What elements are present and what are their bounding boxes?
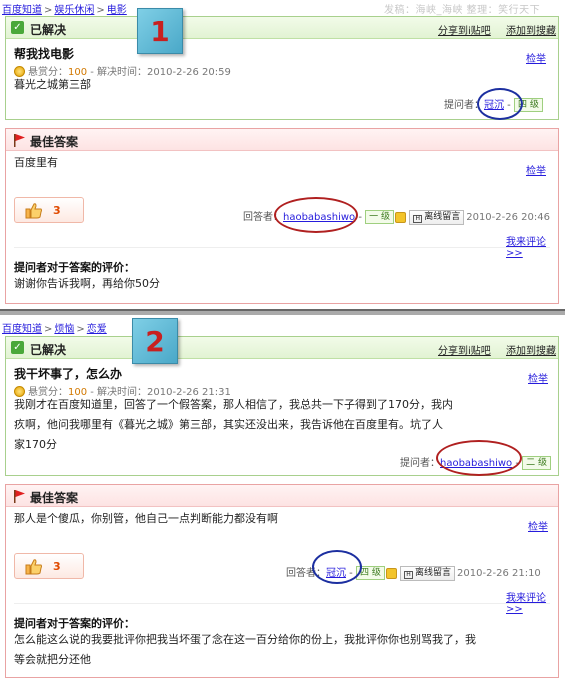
breadcrumb: 百度知道 > 烦恼 > 恋爱 [2,320,107,335]
comment-link[interactable]: 我来评论>> [506,233,558,259]
evaluation-title: 提问者对于答案的评价： [14,261,135,274]
evaluation-text-line: 等会就把分还他 [14,653,91,666]
breadcrumb: 百度知道 > 娱乐休闲 > 电影 [2,1,127,16]
evaluation-title: 提问者对于答案的评价： [14,617,135,630]
asker-level-badge: 二 级 [522,456,552,470]
callout-number-2: 2 [132,318,178,364]
answer-time: 2010-2-26 20:46 [466,212,550,223]
question-panel: ✓ 已解决 分享到i贴吧 添加到搜藏 帮我找电影 悬赏分：100 - 解决时间：… [5,16,559,120]
question-title: 我干坏事了，怎么办 [14,367,123,381]
question-panel-header: ✓ 已解决 分享到i贴吧 添加到搜藏 [6,17,558,39]
share-button[interactable]: 分享到i贴吧 [438,22,491,37]
like-button[interactable]: 3 [14,553,84,579]
medal-icon [385,567,397,579]
medal-icon [395,211,407,223]
breadcrumb-link-subcategory[interactable]: 恋爱 [87,324,107,335]
report-link[interactable]: 检举 [528,370,548,385]
thumbs-up-icon [25,203,42,219]
question-body-line: 我刚才在百度知道里，回答了一个假答案，那人相信了，我总共一下子得到了170分，我… [14,398,453,411]
highlight-oval-asker [436,440,522,476]
check-icon: ✓ [11,341,24,354]
flag-icon [14,134,25,147]
message-icon: H [413,214,423,223]
comment-link[interactable]: 我来评论>> [506,589,558,615]
breadcrumb-separator: > [96,5,105,16]
highlight-oval-answerer [312,550,362,584]
question-body-line: 家170分 [14,438,57,451]
breadcrumb-link-baidu-zhidao[interactable]: 百度知道 [2,324,42,335]
breadcrumb-link-category[interactable]: 烦恼 [54,324,74,335]
status-title: 已解决 [30,343,67,357]
like-count: 3 [53,560,61,573]
message-icon: H [404,570,414,579]
share-button[interactable]: 分享到i贴吧 [438,342,491,357]
question-body-line: 疚啊，他问我哪里有《暮光之城》第三部，其实还没出来，我告诉他在百度里有。坑了人 [14,418,443,431]
evaluation-text: 怎么能这么说的我要批评你把我当坏蛋了念在这一百分给你的份上，我批评你你也别骂我了… [14,630,544,670]
watermark: 发稿：海峡_海峡 整理：笑行天下 [384,5,541,16]
divider [14,603,550,604]
check-icon: ✓ [11,21,24,34]
answerer-level-badge: 一 级 [365,210,395,224]
breadcrumb-link-category[interactable]: 娱乐休闲 [54,5,94,16]
question-body: 暮光之城第三部 [14,78,91,91]
answer-time: 2010-2-26 21:10 [457,568,541,579]
divider [14,247,550,248]
report-link[interactable]: 检举 [526,50,546,65]
asker-label: 提问者： [400,458,440,469]
breadcrumb-link-baidu-zhidao[interactable]: 百度知道 [2,5,42,16]
offline-message-label: 离线留言 [424,211,461,222]
question-body: 我刚才在百度知道里，回答了一个假答案，那人相信了，我总共一下子得到了170分，我… [14,395,484,455]
offline-message-button[interactable]: H 离线留言 [409,209,465,225]
best-answer-header: 最佳答案 [6,129,558,151]
best-answer-title: 最佳答案 [30,135,79,149]
callout-label: 2 [145,325,165,358]
section-divider [0,309,565,315]
favorite-button[interactable]: 添加到搜藏 [506,22,556,37]
answer-text: 百度里有 [14,156,58,169]
flag-icon [14,490,25,503]
favorite-button[interactable]: 添加到搜藏 [506,342,556,357]
answer-report-link[interactable]: 检举 [528,518,548,533]
like-count: 3 [53,204,61,217]
breadcrumb-separator: > [44,324,53,335]
question-title: 帮我找电影 [14,47,75,61]
best-answer-title: 最佳答案 [30,491,79,505]
breadcrumb-separator: > [44,5,53,16]
breadcrumb-link-subcategory[interactable]: 电影 [107,5,127,16]
evaluation-text: 谢谢你告诉我啊，再给你50分 [14,277,160,290]
evaluation-text-line: 怎么能这么说的我要批评你把我当坏蛋了念在这一百分给你的份上，我批评你你也别骂我了… [14,633,476,646]
best-answer-header: 最佳答案 [6,485,558,507]
question-panel-header: ✓ 已解决 分享到i贴吧 添加到搜藏 [6,337,558,359]
callout-number-1: 1 [137,8,183,54]
thumbs-up-icon [25,559,42,575]
highlight-oval-asker [477,88,523,120]
best-answer-panel: 最佳答案 那人是个傻瓜，你别管，他自己一点判断能力都没有啊 检举 3 回答者：冠… [5,484,559,678]
answer-text: 那人是个傻瓜，你别管，他自己一点判断能力都没有啊 [14,512,278,525]
breadcrumb-separator: > [76,324,85,335]
callout-label: 1 [150,15,170,48]
offline-message-button[interactable]: H 离线留言 [400,565,456,581]
answer-report-link[interactable]: 检举 [526,162,546,177]
solved-time: - 解决时间：2010-2-26 20:59 [87,67,231,78]
status-title: 已解决 [30,23,67,37]
highlight-oval-answerer [274,197,358,233]
like-button[interactable]: 3 [14,197,84,223]
offline-message-label: 离线留言 [415,567,452,578]
